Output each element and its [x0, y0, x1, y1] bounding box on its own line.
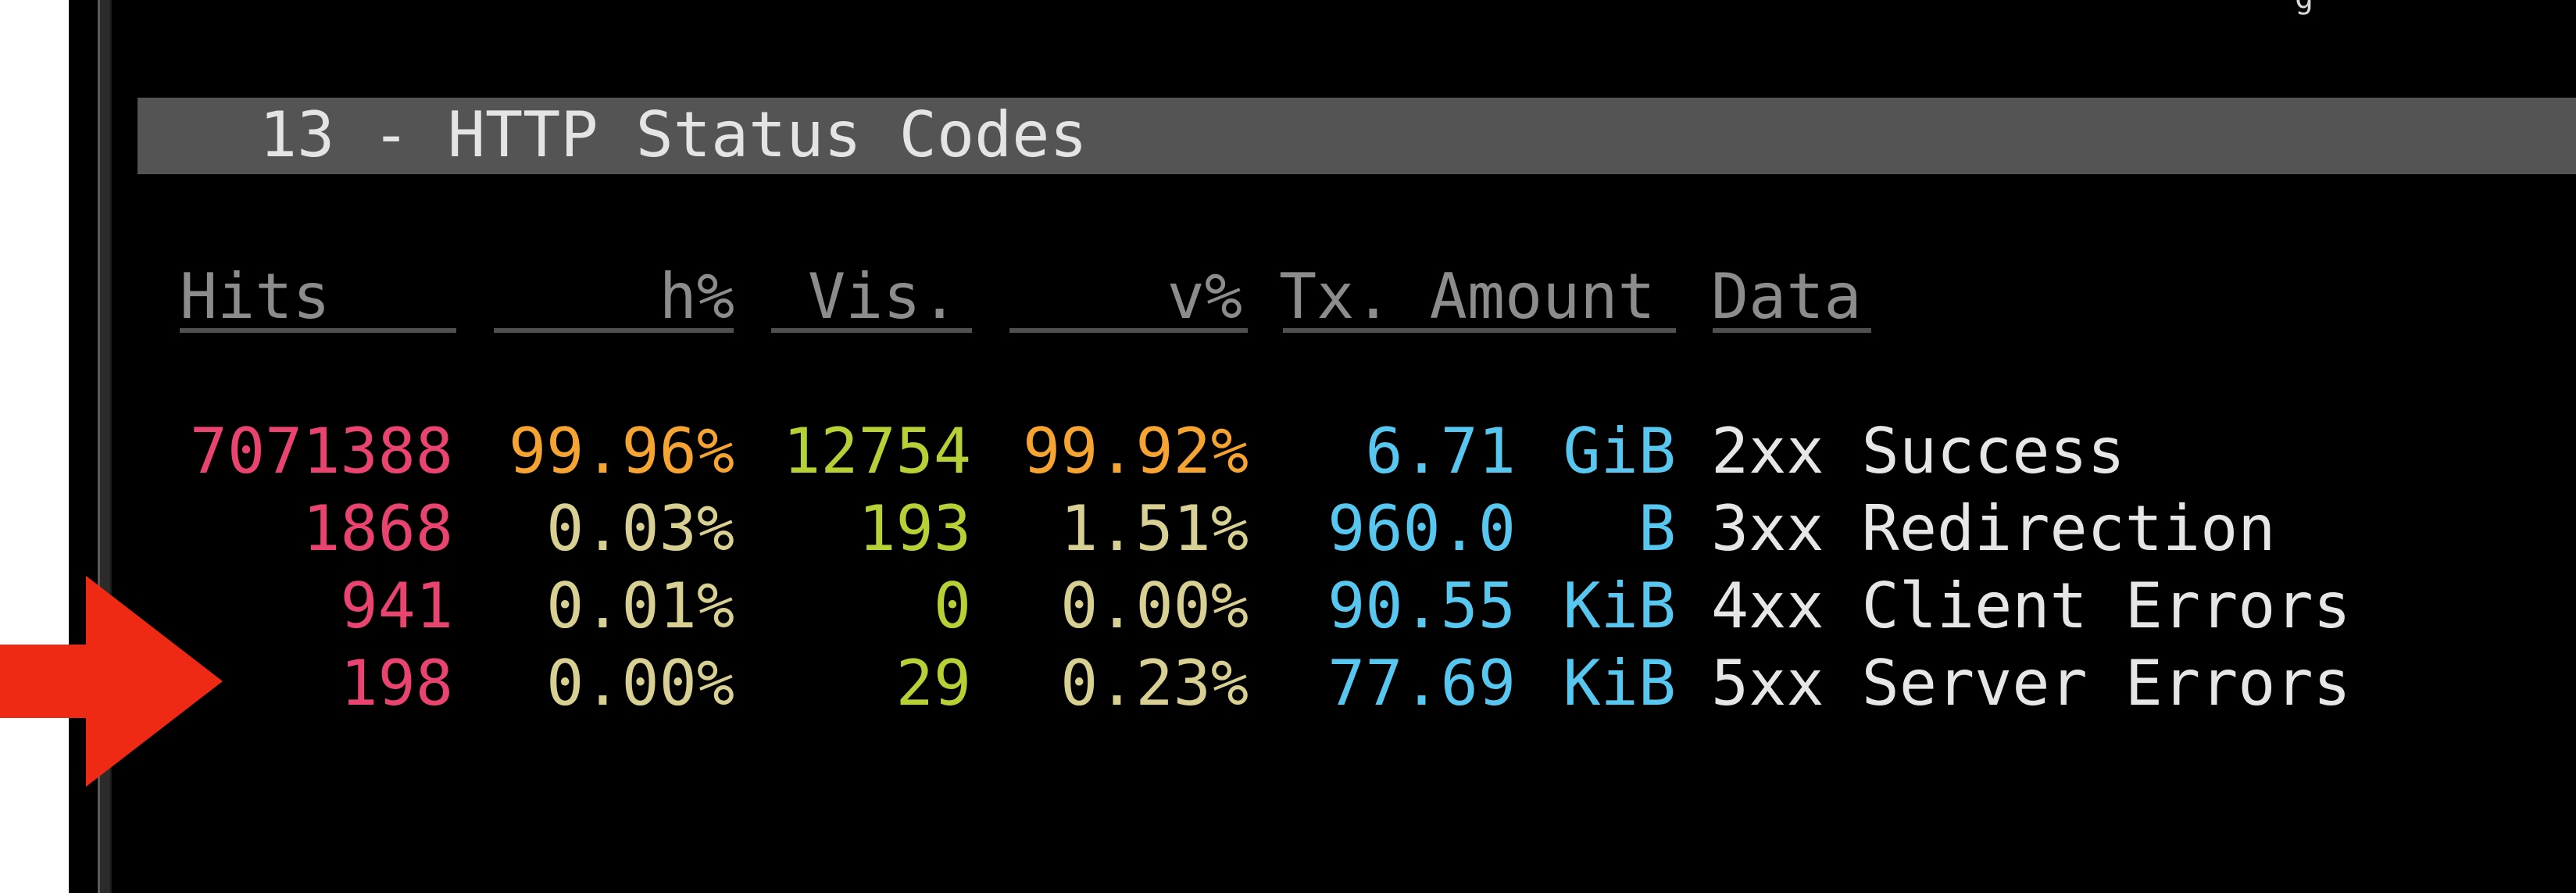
column-header-hits-percent: h% [659, 260, 734, 333]
status-class-label: 3xx Redirection [1711, 492, 2276, 565]
visitors-value: 12754 [783, 415, 971, 488]
hits-value: 1868 [302, 492, 453, 565]
column-header-visitors: Vis. [808, 260, 959, 333]
tx-amount-unit: KiB [1563, 647, 1677, 720]
red-arrow-icon [0, 576, 223, 787]
column-header-tx-amount: Tx. Amount [1279, 260, 1656, 333]
hits-percent-value: 0.03% [546, 492, 734, 565]
hits-percent-value: 99.96% [509, 415, 734, 488]
status-class-label: 2xx Success [1711, 415, 2125, 488]
visitors-percent-value: 0.23% [1060, 647, 1249, 720]
separator-data [1713, 328, 1871, 333]
screenshot-canvas: g 13 - HTTP Status Codes Hits h% Vis. v%… [0, 0, 2576, 893]
visitors-value: 29 [895, 647, 971, 720]
table-row: 941 0.01% 0 0.00% 90.55 KiB 4xx Client E… [0, 567, 2576, 645]
clipped-top-character: g [2295, 0, 2326, 13]
visitors-percent-value: 99.92% [1023, 415, 1249, 488]
visitors-percent-value: 1.51% [1060, 492, 1249, 565]
visitors-value: 193 [858, 492, 972, 565]
separator-hits-percent [494, 328, 734, 333]
tx-amount-value: 77.69 [1327, 647, 1516, 720]
visitors-value: 0 [933, 570, 971, 642]
status-class-label: 4xx Client Errors [1711, 570, 2351, 642]
visitors-percent-value: 0.00% [1060, 570, 1249, 642]
table-row: 198 0.00% 29 0.23% 77.69 KiB 5xx Server … [0, 645, 2576, 723]
column-header-data: Data [1711, 260, 1862, 333]
tx-amount-unit: GiB [1563, 415, 1677, 488]
separator-visitors [771, 328, 972, 333]
hits-value: 7071388 [189, 415, 453, 488]
tx-amount-unit: KiB [1563, 570, 1677, 642]
tx-amount-value: 90.55 [1327, 570, 1516, 642]
tx-amount-unit: B [1638, 492, 1676, 565]
table-row: 1868 0.03% 193 1.51% 960.0 B 3xx Redirec… [0, 490, 2576, 568]
column-header-hits: Hits [180, 260, 330, 333]
separator-tx-amount [1283, 328, 1676, 333]
hits-percent-value: 0.01% [546, 570, 734, 642]
tx-amount-value: 6.71 [1365, 415, 1516, 488]
separator-hits [180, 328, 456, 333]
tx-amount-value: 960.0 [1327, 492, 1516, 565]
panel-title: 13 - HTTP Status Codes [259, 98, 1088, 171]
panel-header-bar: 13 - HTTP Status Codes [138, 98, 2576, 174]
separator-visitors-percent [1009, 328, 1248, 333]
hits-percent-value: 0.00% [546, 647, 734, 720]
table-row: 7071388 99.96% 12754 99.92% 6.71 GiB 2xx… [0, 413, 2576, 491]
column-header-visitors-percent: v% [1167, 260, 1242, 333]
status-class-label: 5xx Server Errors [1711, 647, 2351, 720]
